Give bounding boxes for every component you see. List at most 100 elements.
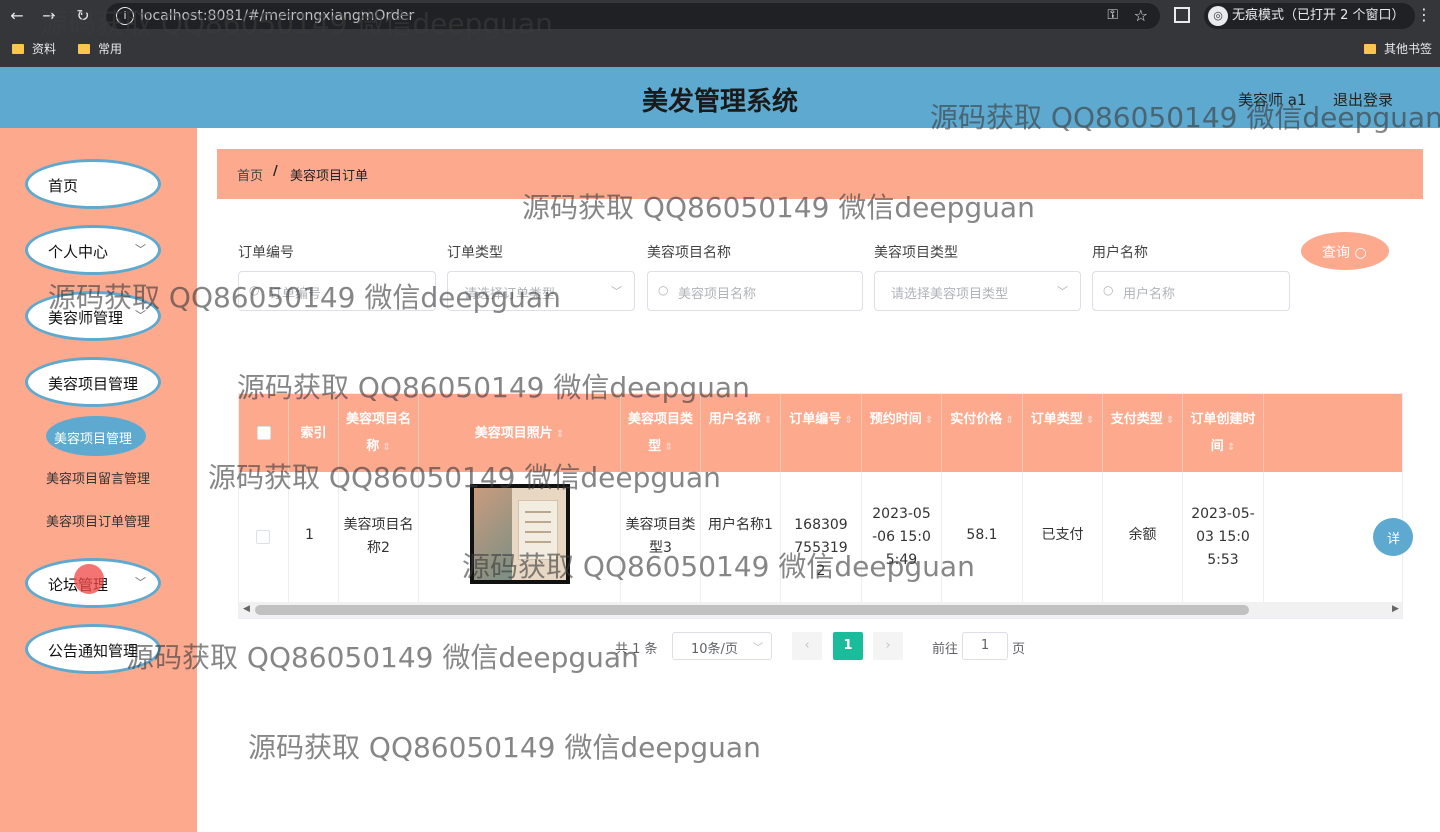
sort-icon[interactable]: ⇕ [1086,415,1094,426]
key-icon[interactable]: ⚿ [1107,7,1118,23]
folder-icon [78,44,90,54]
photo-card-line [525,531,551,533]
sort-icon[interactable]: ⇕ [382,442,390,453]
header-created-time[interactable]: 订单创建时间 ⇕ [1183,394,1264,472]
sort-icon[interactable]: ⇕ [664,442,672,453]
watermark: 源码获取 QQ86050149 微信deepguan [126,641,639,674]
pagination-total: 共 1 条 [615,642,658,657]
table-cell-created-time: 2023-05-03 15:05:53 [1183,472,1264,602]
header-order-type[interactable]: 订单类型 ⇕ [1023,394,1103,472]
scroll-right-arrow-icon[interactable]: ▶ [1392,604,1399,614]
bookmark-star-icon[interactable]: ☆ [1134,6,1148,25]
item-photo[interactable] [470,484,570,584]
query-button[interactable]: 查询 ○ [1301,232,1389,270]
browser-toolbar: ← → ↻ i localhost:8081/#/meirongxiangmOr… [0,0,1440,32]
goto-page-suffix: 页 [1012,642,1026,657]
sidebar: 首页 个人中心 ﹀ 美容师管理 ﹀ 美容项目管理 美容项目管理 美容项目留言管理… [0,128,197,832]
next-page-button[interactable]: › [873,632,903,660]
item-type-select[interactable]: 请选择美容项目类型 ﹀ [874,271,1081,311]
browser-menu-icon[interactable]: ⋮ [1416,5,1432,24]
bookmarks-bar: 资料 常用 其他书签 [0,36,1440,60]
logout-link[interactable]: 退出登录 [1333,89,1393,110]
page-size-value: 10条/页 [691,642,738,657]
sort-icon[interactable]: ⇕ [764,415,772,426]
order-type-label: 订单类型 [447,245,503,261]
sidebar-item-item-management[interactable]: 美容项目管理 [25,357,161,407]
sidebar-item-personal-center[interactable]: 个人中心 ﹀ [25,225,161,275]
sidebar-subitem-item-orders[interactable]: 美容项目订单管理 [46,499,150,539]
search-icon: ○ [249,283,260,297]
bookmark-folder[interactable]: 资料 [12,40,56,57]
header-index-label: 索引 [300,426,327,441]
sidebar-subitem-item-management[interactable]: 美容项目管理 [46,416,146,456]
table-cell-order-no: 1683097553192 [781,472,862,602]
forward-icon[interactable]: → [38,5,60,27]
sort-icon[interactable]: ⇕ [925,415,933,426]
user-name-input[interactable]: ○ 用户名称 [1092,271,1290,311]
header-order-no[interactable]: 订单编号 ⇕ [781,394,862,472]
search-icon: ○ [658,283,669,297]
table-cell-order-type: 已支付 [1023,472,1103,602]
sort-icon[interactable]: ⇕ [1227,442,1235,453]
header-user-name[interactable]: 用户名称 ⇕ [701,394,781,472]
header-item-type[interactable]: 美容项目类型 ⇕ [621,394,701,472]
header-paid-price-label: 实付价格 [950,412,1003,427]
address-bar[interactable]: i localhost:8081/#/meirongxiangmOrder ⚿ … [106,3,1160,29]
header-pay-type[interactable]: 支付类型 ⇕ [1103,394,1183,472]
folder-icon [12,44,24,54]
header-appointment-time[interactable]: 预约时间 ⇕ [862,394,942,472]
prev-page-button[interactable]: ‹ [792,632,822,660]
sidebar-item-label: 美容师管理 [48,309,124,327]
item-name-input[interactable]: ○ 美容项目名称 [647,271,863,311]
table-header: 索引 美容项目名称 ⇕ 美容项目照片 ⇕ 美容项目类型 ⇕ 用户名称 ⇕ 订单编号 ⇕ 预… [239,394,1402,472]
goto-page-input[interactable]: 1 [962,632,1008,660]
table-cell-appointment-time: 2023-05-06 15:05:49 [862,472,942,602]
sort-icon[interactable]: ⇕ [1166,415,1174,426]
header-select-all [239,394,289,472]
bookmark-folder[interactable]: 常用 [78,40,122,57]
chevron-down-icon: ﹀ [135,576,146,589]
reload-icon[interactable]: ↻ [72,5,94,27]
order-no-label: 订单编号 [238,245,294,261]
other-bookmarks[interactable]: 其他书签 [1364,40,1432,57]
sidebar-item-home[interactable]: 首页 [25,159,161,209]
item-photo-image [474,488,566,580]
select-all-checkbox[interactable] [257,426,271,440]
sort-icon[interactable]: ⇕ [556,429,564,440]
sidebar-subitem-item-comments[interactable]: 美容项目留言管理 [46,456,150,496]
details-button[interactable]: 详 [1373,518,1413,556]
scrollbar-thumb[interactable] [255,605,1249,615]
sidebar-item-notice-management[interactable]: 公告通知管理 [25,624,161,674]
current-user: 美容师 a1 [1238,91,1307,109]
breadcrumb-home[interactable]: 首页 [237,165,263,184]
table-cell-user-name: 用户名称1 [701,472,781,602]
sidebar-item-label: 美容项目管理 [48,375,139,393]
row-checkbox[interactable] [256,530,270,544]
sidebar-subitem-label: 美容项目订单管理 [46,515,151,530]
header-paid-price[interactable]: 实付价格 ⇕ [942,394,1023,472]
sort-icon[interactable]: ⇕ [1005,415,1013,426]
sort-icon[interactable]: ⇕ [844,415,852,426]
side-panel-icon[interactable] [1174,7,1190,23]
table-horizontal-scrollbar[interactable]: ◀ ▶ [239,602,1402,618]
header-item-photo[interactable]: 美容项目照片 ⇕ [419,394,621,472]
app-title: 美发管理系统 [641,87,798,117]
incognito-indicator[interactable]: ◎ 无痕模式（已打开 2 个窗口） [1204,3,1415,29]
header-order-no-label: 订单编号 [789,412,842,427]
order-type-select[interactable]: 请选择订单类型 ﹀ [447,271,635,311]
page-size-select[interactable]: 10条/页 ﹀ [672,632,772,660]
header-item-name[interactable]: 美容项目名称 ⇕ [339,394,419,472]
scroll-left-arrow-icon[interactable]: ◀ [243,604,250,614]
photo-card-line [525,521,551,523]
watermark: 源码获取 QQ86050149 微信deepguan [248,731,761,764]
page-number-current[interactable]: 1 [833,632,863,660]
sidebar-item-beautician-management[interactable]: 美容师管理 ﹀ [25,291,161,341]
table-cell-paid-price: 58.1 [942,472,1023,602]
photo-card [518,500,558,560]
site-info-icon[interactable]: i [116,7,134,25]
details-button-label: 详 [1387,532,1401,547]
address-url[interactable]: localhost:8081/#/meirongxiangmOrder [140,8,414,24]
back-icon[interactable]: ← [6,5,28,27]
order-no-input[interactable]: ○ 订单编号 [238,271,436,311]
sidebar-item-label: 个人中心 [48,243,109,261]
